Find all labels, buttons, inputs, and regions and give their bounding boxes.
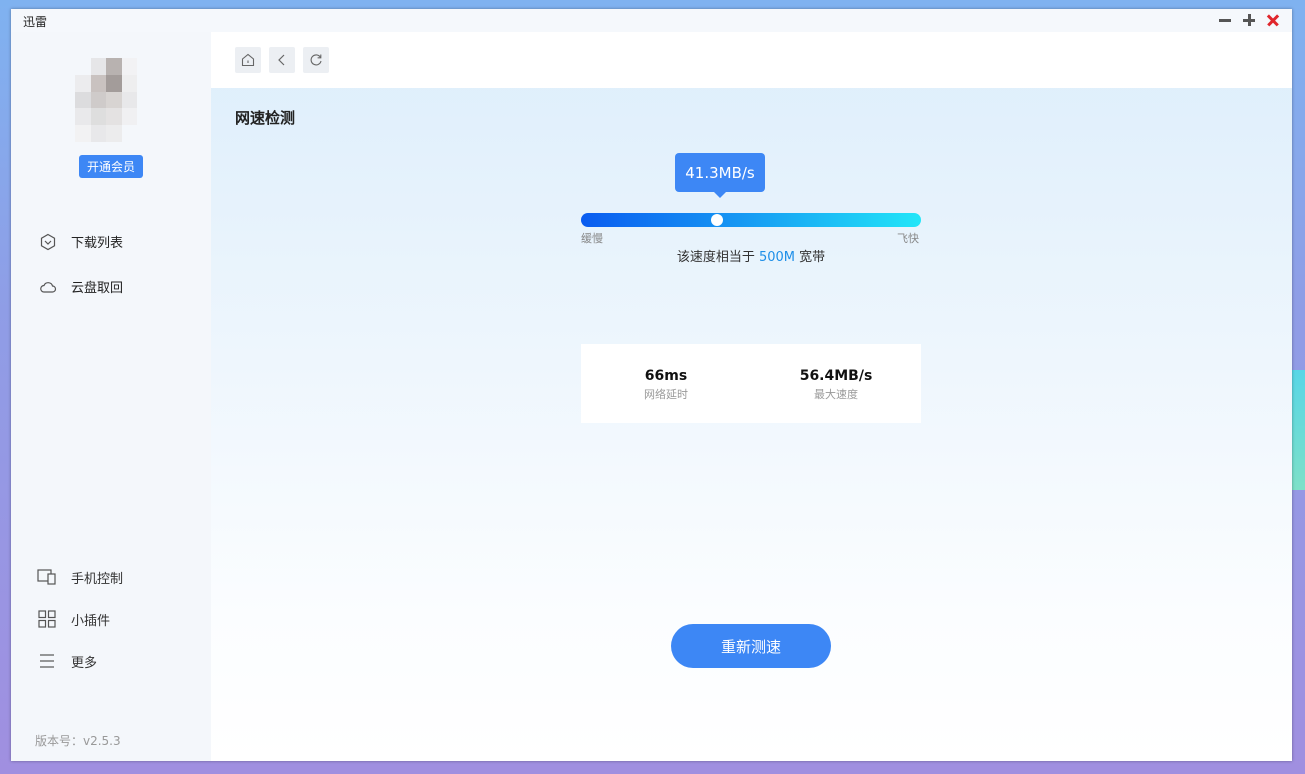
latency-stat: 66ms 网络延时 xyxy=(581,368,751,402)
download-list-icon xyxy=(40,233,56,250)
app-window: 迅雷 开通会员 下载列表 云盘取回 手机控制 小插件 更多 版本号：v2.5.3… xyxy=(11,9,1292,761)
sidebar-item-more[interactable]: 更多 xyxy=(37,651,97,671)
refresh-icon xyxy=(310,54,322,66)
max-speed-label: 最大速度 xyxy=(814,388,858,401)
retest-button[interactable]: 重新测速 xyxy=(671,624,831,668)
equiv-value: 500M xyxy=(758,250,796,265)
back-button[interactable] xyxy=(269,47,295,73)
sidebar-item-download-list[interactable]: 下载列表 xyxy=(39,232,123,251)
home-icon xyxy=(241,53,255,67)
sidebar-item-label: 云盘取回 xyxy=(71,281,124,296)
gauge-fast-label: 飞快 xyxy=(897,232,919,245)
menu-icon xyxy=(40,654,54,668)
stats-card: 66ms 网络延时 56.4MB/s 最大速度 xyxy=(581,344,921,423)
app-title: 迅雷 xyxy=(23,15,48,29)
version-label: 版本号：v2.5.3 xyxy=(35,734,121,748)
home-button[interactable] xyxy=(235,47,261,73)
sidebar-item-label: 手机控制 xyxy=(71,571,124,587)
sidebar-item-plugins[interactable]: 小插件 xyxy=(37,609,110,629)
cloud-icon xyxy=(40,281,57,293)
max-speed-stat: 56.4MB/s 最大速度 xyxy=(751,368,921,402)
sidebar-item-phone-control[interactable]: 手机控制 xyxy=(37,567,123,587)
minimize-button[interactable] xyxy=(1216,11,1234,29)
avatar[interactable] xyxy=(75,58,137,142)
sidebar-item-label: 更多 xyxy=(71,655,98,671)
latency-label: 网络延时 xyxy=(644,388,688,401)
latency-value: 66ms xyxy=(644,368,688,384)
close-button[interactable] xyxy=(1264,11,1282,29)
speed-gauge-knob xyxy=(711,214,723,226)
refresh-button[interactable] xyxy=(303,47,329,73)
gauge-slow-label: 缓慢 xyxy=(581,232,603,245)
title-bar: 迅雷 xyxy=(11,9,1292,32)
page-title: 网速检测 xyxy=(235,109,296,127)
back-icon xyxy=(278,54,285,66)
sidebar-item-label: 小插件 xyxy=(71,613,111,629)
window-controls xyxy=(1216,11,1282,29)
sidebar-item-label: 下载列表 xyxy=(71,236,124,251)
background-strip xyxy=(1291,370,1305,490)
equiv-prefix: 该速度相当于 xyxy=(676,250,755,265)
bandwidth-equivalent: 该速度相当于 500M 宽带 xyxy=(581,246,921,265)
phone-control-icon xyxy=(37,569,56,585)
main-content: 网速检测 41.3MB/s 缓慢 飞快 该速度相当于 500M 宽带 66ms … xyxy=(211,32,1292,761)
equiv-suffix: 宽带 xyxy=(799,250,826,265)
plugin-grid-icon xyxy=(38,610,56,628)
sidebar-item-cloud-retrieve[interactable]: 云盘取回 xyxy=(39,277,123,296)
current-speed-bubble: 41.3MB/s xyxy=(675,153,765,198)
sidebar: 开通会员 下载列表 云盘取回 手机控制 小插件 更多 版本号：v2.5.3 xyxy=(11,32,211,761)
max-speed-value: 56.4MB/s xyxy=(799,368,873,384)
toolbar xyxy=(211,32,1292,88)
maximize-button[interactable] xyxy=(1240,11,1258,29)
vip-button[interactable]: 开通会员 xyxy=(79,155,143,178)
speed-gauge-bar xyxy=(581,213,921,227)
